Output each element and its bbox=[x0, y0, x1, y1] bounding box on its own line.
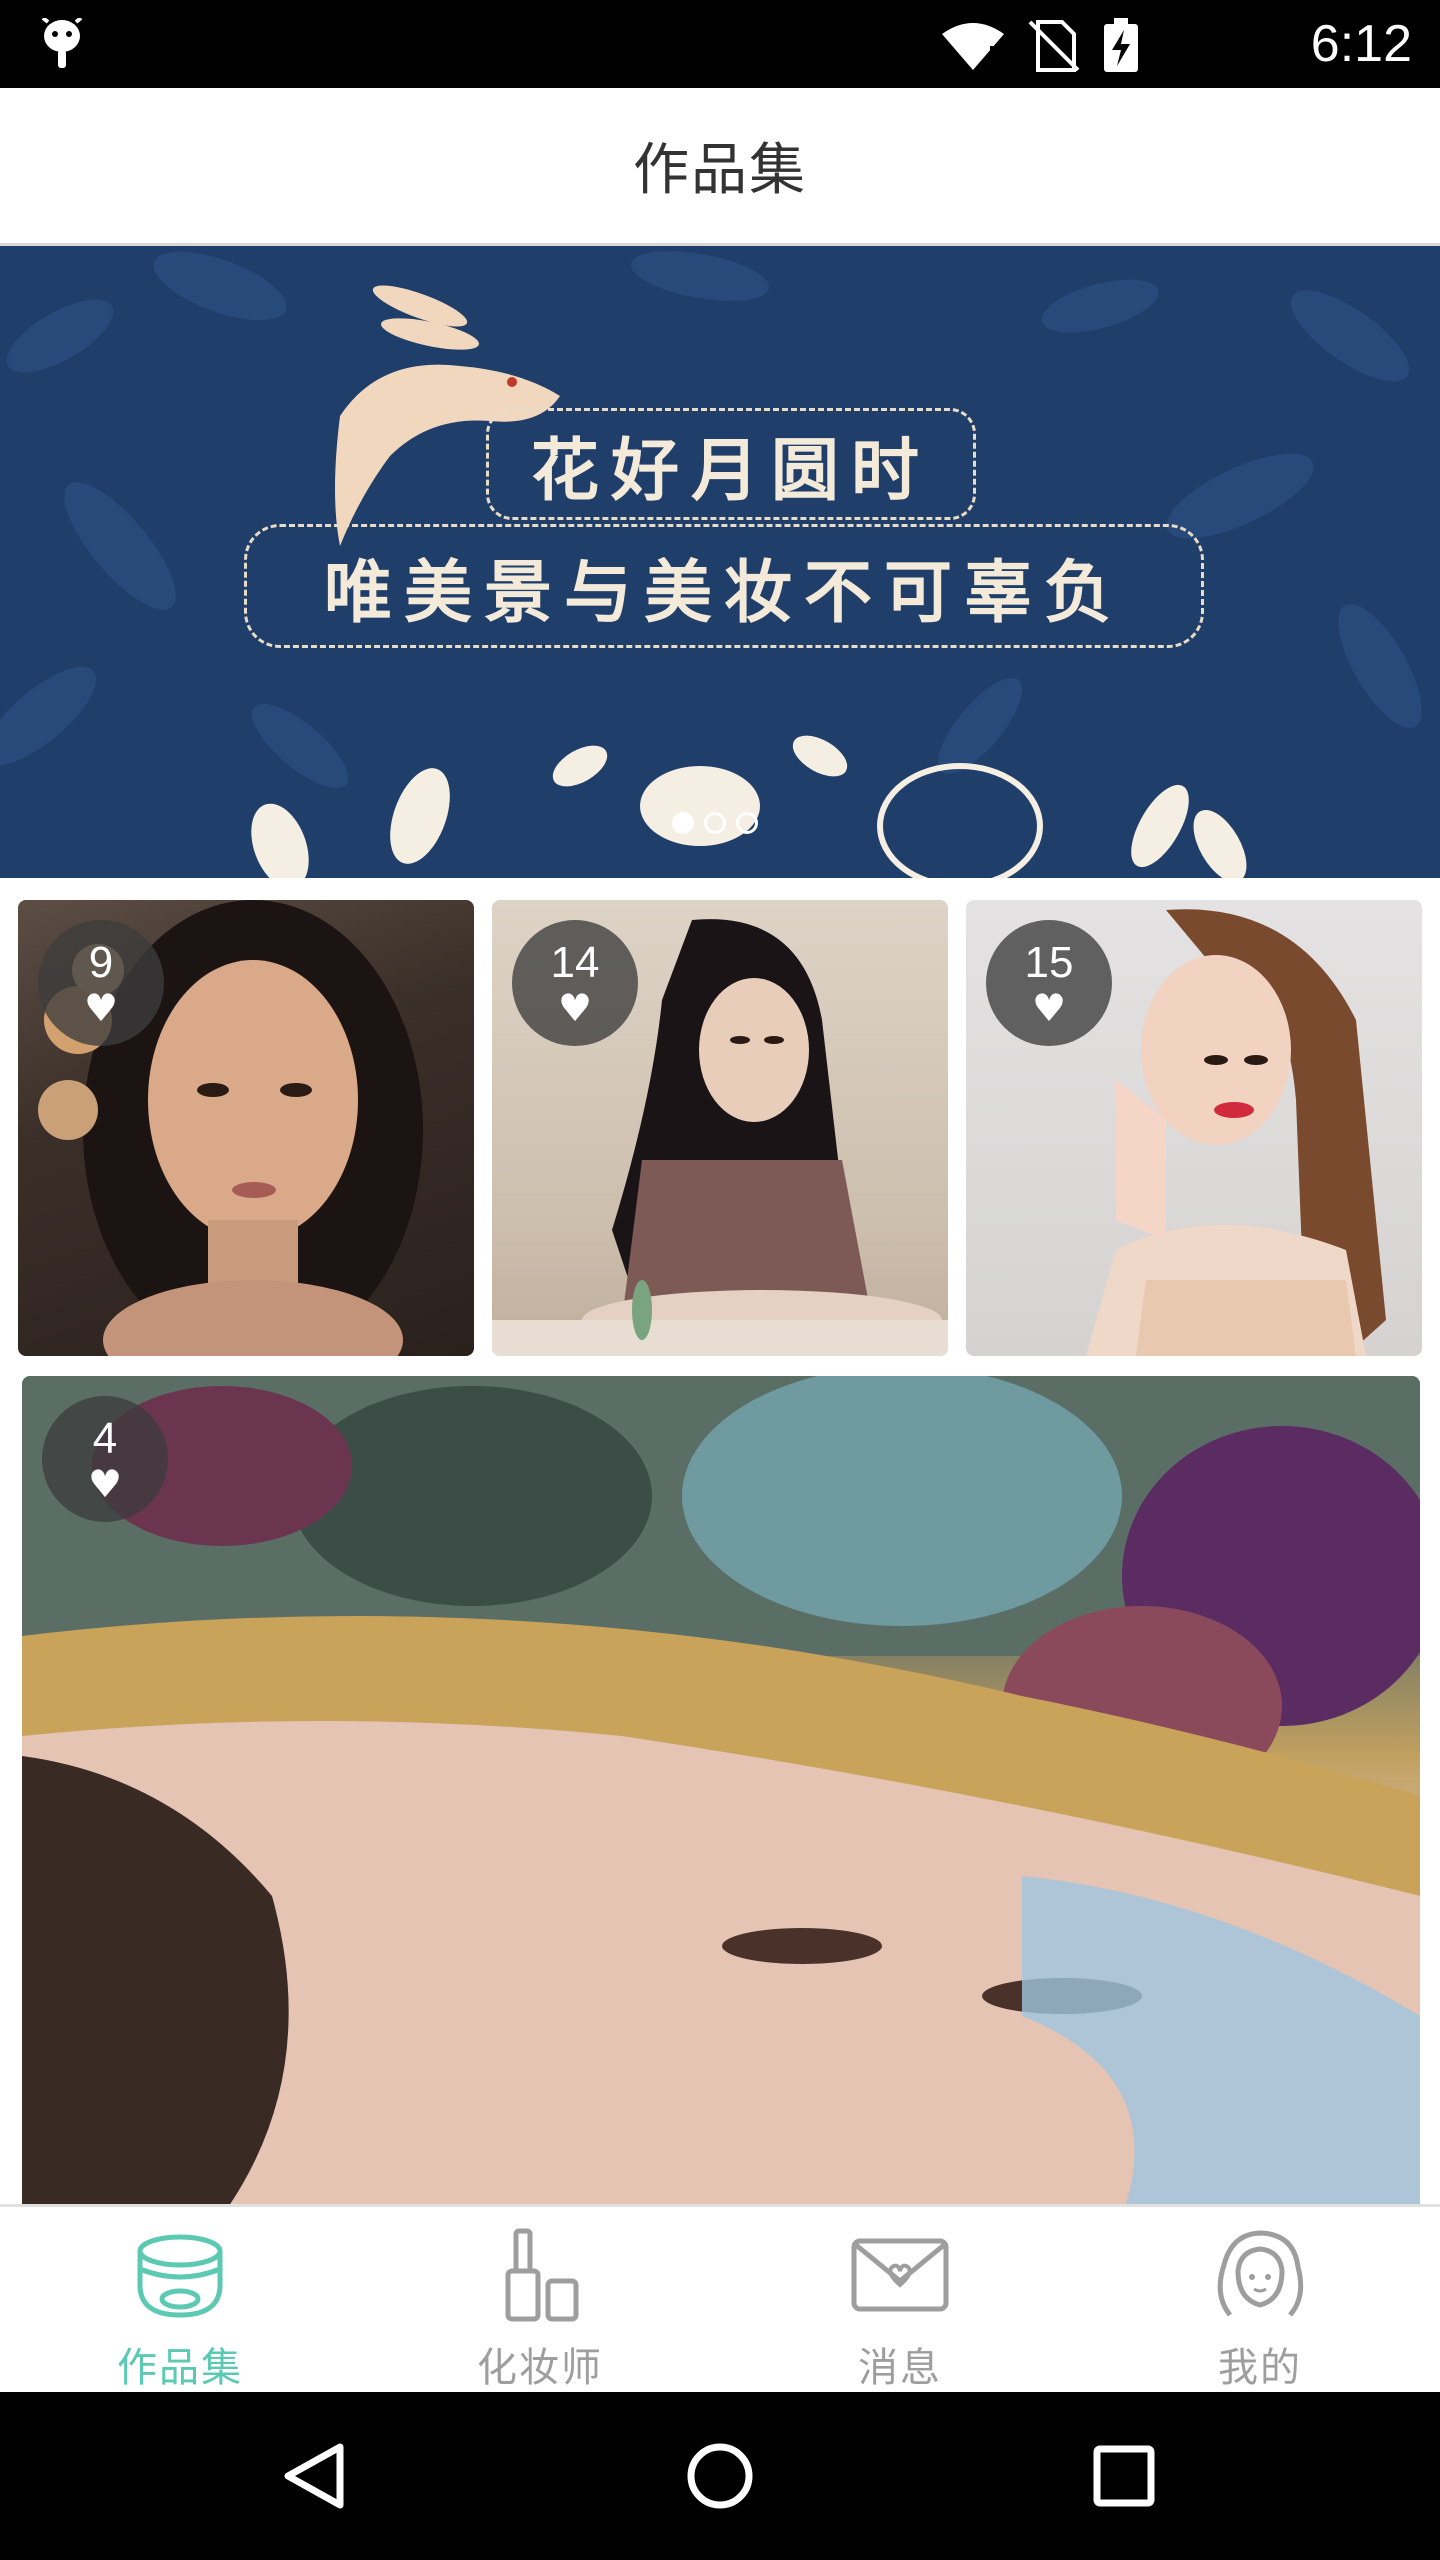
tab-portfolio[interactable]: 作品集 bbox=[0, 2207, 360, 2395]
carousel-dot-2[interactable] bbox=[704, 812, 726, 834]
tab-messages[interactable]: 消息 bbox=[720, 2207, 1080, 2395]
likes-count: 14 bbox=[550, 938, 600, 987]
tab-label: 我的 bbox=[1218, 2345, 1302, 2391]
status-bar: 6:12 bbox=[0, 0, 1440, 88]
bottom-tab-bar: 作品集 化妆师 消息 我的 bbox=[0, 2204, 1440, 2392]
envelope-heart-icon bbox=[851, 2238, 949, 2312]
gallery-item[interactable]: 9 ♥ bbox=[18, 900, 474, 1356]
tab-profile[interactable]: 我的 bbox=[1080, 2207, 1440, 2395]
status-time: 6:12 bbox=[1310, 15, 1412, 73]
wifi-icon bbox=[942, 23, 1004, 70]
woman-avatar-icon bbox=[1217, 2230, 1304, 2317]
tab-makeup-artist[interactable]: 化妆师 bbox=[360, 2207, 720, 2395]
likes-badge: 4 ♥ bbox=[42, 1396, 168, 1522]
back-button[interactable] bbox=[272, 2434, 356, 2518]
carousel-dot-3[interactable] bbox=[736, 812, 758, 834]
system-nav-bar bbox=[0, 2392, 1440, 2560]
page-title: 作品集 bbox=[633, 138, 807, 203]
banner-line1-text: 花好月圆时 bbox=[530, 430, 931, 511]
likes-badge: 14 ♥ bbox=[512, 920, 638, 1046]
recents-square-icon bbox=[1093, 2445, 1155, 2507]
likes-count: 4 bbox=[92, 1414, 118, 1463]
tab-label: 消息 bbox=[858, 2345, 942, 2391]
banner-caption-line2: 唯美景与美妆不可辜负 bbox=[244, 524, 1204, 648]
back-triangle-icon bbox=[284, 2443, 344, 2509]
status-icons bbox=[940, 18, 1140, 74]
title-bar: 作品集 bbox=[0, 88, 1440, 246]
promo-banner[interactable]: 花好月圆时 唯美景与美妆不可辜负 bbox=[0, 246, 1440, 878]
tab-label: 化妆师 bbox=[477, 2345, 603, 2391]
home-circle-icon bbox=[687, 2443, 753, 2509]
portrait-photo bbox=[22, 1376, 1420, 2204]
gallery-item[interactable]: 15 ♥ bbox=[966, 900, 1422, 1356]
heart-icon: ♥ bbox=[87, 1462, 123, 1506]
carousel-indicator bbox=[672, 812, 758, 834]
android-debug-icon bbox=[41, 18, 83, 68]
content-scroll-area[interactable]: 花好月圆时 唯美景与美妆不可辜负 9 ♥ 14 ♥ 15 ♥ 4 ♥ bbox=[0, 246, 1440, 2204]
tab-label: 作品集 bbox=[117, 2345, 243, 2391]
heart-icon: ♥ bbox=[1031, 986, 1067, 1030]
likes-count: 15 bbox=[1024, 938, 1074, 987]
likes-badge: 15 ♥ bbox=[986, 920, 1112, 1046]
heart-icon: ♥ bbox=[83, 986, 119, 1030]
no-sim-icon bbox=[1028, 20, 1080, 72]
compact-powder-icon bbox=[137, 2234, 223, 2318]
cosmetics-bottle-icon bbox=[505, 2228, 579, 2322]
heart-icon: ♥ bbox=[557, 986, 593, 1030]
recents-button[interactable] bbox=[1082, 2434, 1166, 2518]
carousel-dot-1[interactable] bbox=[672, 812, 694, 834]
gallery-item[interactable]: 14 ♥ bbox=[492, 900, 948, 1356]
battery-charging-icon bbox=[1104, 18, 1138, 72]
home-button[interactable] bbox=[678, 2434, 762, 2518]
banner-caption-line1: 花好月圆时 bbox=[486, 408, 976, 520]
likes-count: 9 bbox=[88, 938, 114, 987]
gallery-item-large[interactable]: 4 ♥ bbox=[22, 1376, 1420, 2204]
banner-line2-text: 唯美景与美妆不可辜负 bbox=[323, 552, 1124, 633]
likes-badge: 9 ♥ bbox=[38, 920, 164, 1046]
